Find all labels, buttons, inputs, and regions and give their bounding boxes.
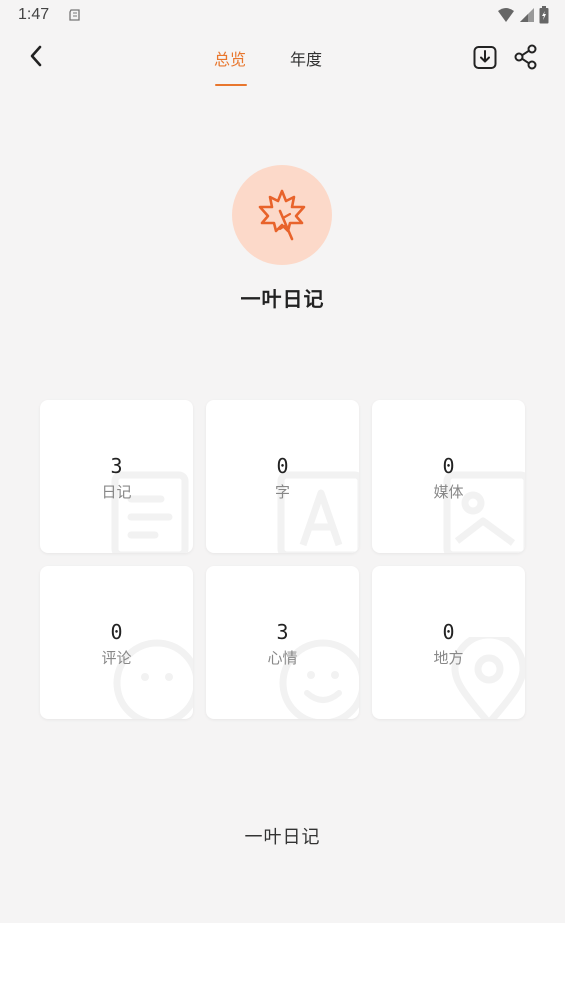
notification-icon: [69, 9, 80, 21]
app-title: 一叶日记: [240, 287, 325, 311]
stat-label: 地方: [433, 649, 464, 667]
wifi-icon: [498, 8, 514, 22]
stat-card-comments[interactable]: 0 评论: [40, 566, 193, 719]
tab-overview[interactable]: 总览: [214, 46, 246, 70]
tab-year[interactable]: 年度: [290, 46, 322, 70]
stat-card-mood[interactable]: 3 心情: [206, 566, 359, 719]
active-tab-indicator: [215, 84, 247, 86]
footer-app-name: 一叶日记: [244, 827, 321, 848]
stat-label: 评论: [101, 649, 132, 667]
app-screen: 1:47 总览 年度 一叶日记 3 日记 0 字 0 媒体 0 评论 3 心情 …: [0, 0, 565, 923]
status-bar: 1:47: [0, 0, 565, 30]
stat-card-words[interactable]: 0 字: [206, 400, 359, 553]
share-icon[interactable]: [513, 44, 539, 70]
stat-value: 0: [110, 620, 123, 644]
stat-value: 3: [276, 620, 289, 644]
back-button[interactable]: [22, 42, 50, 70]
stat-card-places[interactable]: 0 地方: [372, 566, 525, 719]
app-logo: [232, 165, 332, 265]
signal-icon: [520, 8, 534, 22]
stat-label: 日记: [101, 483, 132, 501]
stat-value: 0: [442, 454, 455, 478]
maple-leaf-icon: [258, 189, 306, 241]
stat-value: 0: [442, 620, 455, 644]
top-bar: 总览 年度: [0, 36, 565, 88]
chevron-left-icon: [30, 45, 42, 67]
stat-card-diary[interactable]: 3 日记: [40, 400, 193, 553]
stat-value: 0: [276, 454, 289, 478]
stat-label: 心情: [267, 649, 298, 667]
export-icon[interactable]: [472, 44, 498, 70]
stat-label: 媒体: [433, 483, 464, 501]
stat-card-media[interactable]: 0 媒体: [372, 400, 525, 553]
stat-label: 字: [274, 483, 290, 501]
stat-value: 3: [110, 454, 123, 478]
battery-icon: [539, 6, 549, 24]
status-time: 1:47: [18, 6, 50, 23]
status-icons: [497, 6, 549, 24]
